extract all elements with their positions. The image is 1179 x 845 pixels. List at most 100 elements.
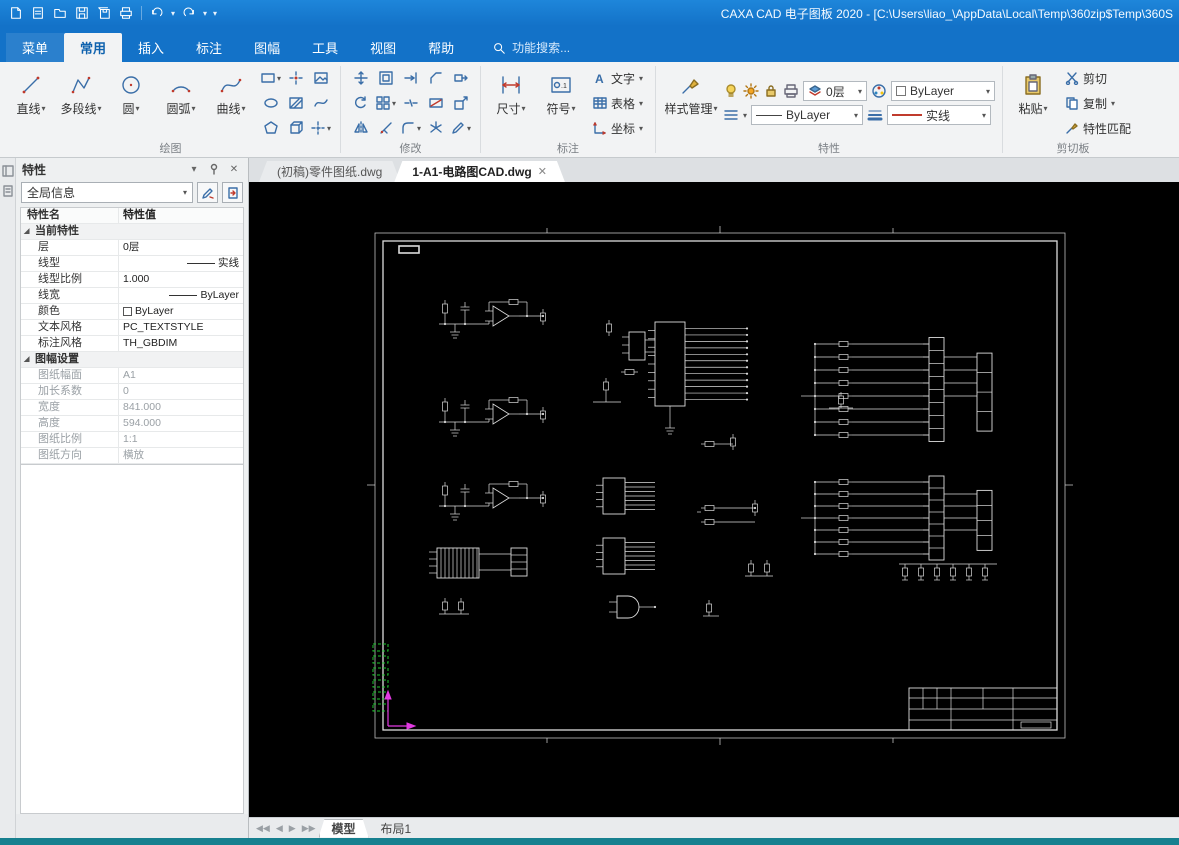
ellipse-button[interactable] bbox=[258, 91, 283, 116]
move-button[interactable] bbox=[348, 66, 373, 91]
doc-tab-parts[interactable]: (初稿)零件图纸.dwg bbox=[259, 161, 400, 182]
rectangle-button[interactable]: ▾ bbox=[258, 66, 283, 91]
printer-icon[interactable] bbox=[783, 83, 799, 99]
centerline-button[interactable]: ▾ bbox=[308, 116, 333, 141]
mirror-button[interactable] bbox=[348, 116, 373, 141]
window-title: CAXA CAD 电子图板 2020 - [C:\Users\liao_\App… bbox=[720, 6, 1173, 21]
app-logo-icon[interactable] bbox=[6, 3, 26, 23]
panel-menu-caret-icon[interactable]: ▾ bbox=[186, 161, 202, 177]
arc-button[interactable]: 圆弧 ▾ bbox=[158, 65, 204, 141]
modify-tools: ▾ ▾ ▾ bbox=[348, 65, 473, 141]
print-icon[interactable] bbox=[116, 3, 136, 23]
polygon-button[interactable] bbox=[258, 116, 283, 141]
rotate-button[interactable] bbox=[348, 91, 373, 116]
ribbon-group-draw: 直线 ▾ 多段线 ▾ 圆 ▾ 圆弧 ▾ 曲线 ▾ ▾ ▾ 绘图 bbox=[2, 62, 339, 157]
stretch-button[interactable] bbox=[448, 66, 473, 91]
save-all-icon[interactable] bbox=[94, 3, 114, 23]
scale-button[interactable] bbox=[448, 91, 473, 116]
erase-button[interactable] bbox=[423, 91, 448, 116]
linetype-list-icon[interactable] bbox=[723, 107, 739, 123]
polygon-icon bbox=[263, 121, 278, 134]
explode-button[interactable] bbox=[423, 116, 448, 141]
new-file-icon[interactable] bbox=[28, 3, 48, 23]
open-folder-icon[interactable] bbox=[50, 3, 70, 23]
menu-tab-view[interactable]: 视图 bbox=[354, 33, 412, 62]
bulb-icon[interactable] bbox=[723, 83, 739, 99]
redo-icon[interactable] bbox=[179, 3, 199, 23]
fillet-button[interactable]: ▾ bbox=[398, 116, 423, 141]
panel-handle-icon[interactable] bbox=[1, 164, 15, 178]
color-select[interactable]: ByLayer ▾ bbox=[891, 81, 996, 101]
undo-icon[interactable] bbox=[147, 3, 167, 23]
undo-caret-icon[interactable]: ▾ bbox=[169, 9, 177, 18]
coordinate-button[interactable]: 坐标 ▾ bbox=[588, 117, 648, 140]
image-button[interactable] bbox=[308, 66, 333, 91]
layout1-tab[interactable]: 布局1 bbox=[369, 819, 424, 838]
linetype-select[interactable]: ByLayer ▾ bbox=[751, 105, 864, 125]
cut-button[interactable]: 剪切 bbox=[1060, 67, 1136, 90]
text-button[interactable]: A 文字 ▾ bbox=[588, 67, 648, 90]
last-sheet-icon[interactable]: ▶▶ bbox=[299, 823, 319, 834]
menu-tab-insert[interactable]: 插入 bbox=[122, 33, 180, 62]
sun-icon[interactable] bbox=[743, 83, 759, 99]
paste-icon bbox=[1021, 70, 1045, 100]
sketch-button[interactable] bbox=[308, 91, 333, 116]
color-wheel-icon[interactable] bbox=[871, 83, 887, 99]
menu-tab-tools[interactable]: 工具 bbox=[296, 33, 354, 62]
model-tab[interactable]: 模型 bbox=[319, 819, 369, 838]
menu-tab-common[interactable]: 常用 bbox=[64, 33, 123, 62]
drawing-canvas[interactable] bbox=[249, 182, 1179, 817]
circle-button[interactable]: 圆 ▾ bbox=[108, 65, 154, 141]
table-button[interactable]: 表格 ▾ bbox=[588, 92, 648, 115]
app-window: ▾ ▾ ▾ CAXA CAD 电子图板 2020 - [C:\Users\lia… bbox=[0, 0, 1179, 845]
global-info-select[interactable]: 全局信息 ▾ bbox=[21, 182, 193, 203]
lock-icon[interactable] bbox=[763, 83, 779, 99]
block-button[interactable] bbox=[283, 116, 308, 141]
trim-button[interactable] bbox=[373, 116, 398, 141]
import-settings-button[interactable] bbox=[222, 182, 243, 203]
cad-schematic bbox=[367, 226, 1073, 745]
lineweight-list-icon[interactable] bbox=[867, 107, 883, 123]
first-sheet-icon[interactable]: ◀◀ bbox=[253, 823, 273, 834]
point-button[interactable] bbox=[283, 66, 308, 91]
chamfer-button[interactable] bbox=[423, 66, 448, 91]
spline-button[interactable]: 曲线 ▾ bbox=[208, 65, 254, 141]
tab-close-icon[interactable]: ✕ bbox=[538, 165, 547, 178]
paste-button[interactable]: 粘贴 ▾ bbox=[1010, 65, 1056, 141]
edit-button[interactable]: ▾ bbox=[448, 116, 473, 141]
edit-properties-button[interactable] bbox=[197, 182, 218, 203]
layer-select[interactable]: 0层 ▾ bbox=[803, 81, 868, 101]
properties-controls: 0层 ▾ ByLayer ▾ ▾ ByLayer ▾ 实线 ▾ bbox=[723, 65, 996, 141]
polyline-icon bbox=[69, 70, 93, 100]
panel-close-icon[interactable]: ✕ bbox=[226, 161, 242, 177]
extend-button[interactable] bbox=[398, 66, 423, 91]
quick-access-caret-icon[interactable]: ▾ bbox=[211, 9, 219, 18]
line-button[interactable]: 直线 ▾ bbox=[8, 65, 54, 141]
palette-tab-icon[interactable] bbox=[1, 184, 15, 198]
menu-tab-dimension[interactable]: 标注 bbox=[180, 33, 238, 62]
property-row-ltscale: 线型比例 1.000 bbox=[21, 272, 243, 288]
lineweight-select[interactable]: 实线 ▾ bbox=[887, 105, 992, 125]
break-button[interactable] bbox=[398, 91, 423, 116]
hatch-button[interactable] bbox=[283, 91, 308, 116]
pin-icon[interactable] bbox=[206, 161, 222, 177]
next-sheet-icon[interactable]: ▶ bbox=[286, 823, 299, 834]
function-search[interactable]: 功能搜索... bbox=[492, 33, 570, 62]
doc-tab-circuit[interactable]: 1-A1-电路图CAD.dwg ✕ bbox=[394, 161, 565, 182]
save-icon[interactable] bbox=[72, 3, 92, 23]
symbol-button[interactable]: .1 符号 ▾ bbox=[538, 65, 584, 141]
copy-button[interactable]: 复制 ▾ bbox=[1060, 92, 1136, 115]
menu-tab-menu[interactable]: 菜单 bbox=[6, 33, 65, 62]
array-button[interactable]: ▾ bbox=[373, 91, 398, 116]
offset-button[interactable] bbox=[373, 66, 398, 91]
menu-tab-help[interactable]: 帮助 bbox=[412, 33, 470, 62]
style-manager-icon bbox=[679, 70, 703, 100]
dimension-button[interactable]: 尺寸 ▾ bbox=[488, 65, 534, 141]
menu-tab-sheet[interactable]: 图幅 bbox=[238, 33, 296, 62]
match-properties-button[interactable]: 特性匹配 bbox=[1060, 117, 1136, 140]
menubar: 菜单 常用 插入 标注 图幅 工具 视图 帮助 功能搜索... bbox=[0, 26, 1179, 62]
style-manager-button[interactable]: 样式管理 ▾ bbox=[663, 65, 719, 141]
polyline-button[interactable]: 多段线 ▾ bbox=[58, 65, 104, 141]
prev-sheet-icon[interactable]: ◀ bbox=[273, 823, 286, 834]
redo-caret-icon[interactable]: ▾ bbox=[201, 9, 209, 18]
